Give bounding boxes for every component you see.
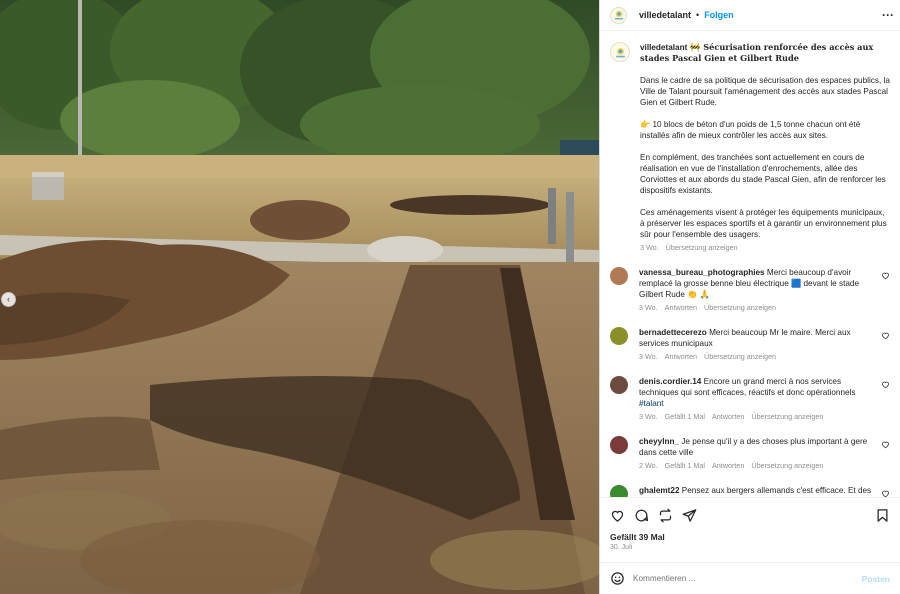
post-date: 30. Juli	[610, 544, 633, 551]
comment-icon[interactable]	[634, 508, 649, 523]
comment: cheyylnn_ Je pense qu'il y a des choses …	[610, 436, 890, 471]
caption-age: 3 Wo.	[640, 243, 659, 252]
reply-link[interactable]: Antworten	[665, 351, 697, 362]
comment: denis.cordier.14 Encore un grand merci à…	[610, 376, 890, 422]
comment-age: 3 Wo.	[639, 303, 658, 312]
caption-username[interactable]: villedetalant	[640, 43, 687, 52]
repost-icon[interactable]	[658, 508, 673, 523]
comment-meta: 3 Wo. Antworten Übersetzung anzeigen	[639, 351, 876, 362]
commenter-avatar[interactable]	[610, 436, 628, 454]
caption-paragraph: En complément, des tranchées sont actuel…	[640, 153, 886, 195]
share-icon[interactable]	[682, 508, 697, 523]
caption-title: villedetalant 🚧 Sécurisation renforcée d…	[640, 42, 890, 64]
reply-link[interactable]: Antworten	[712, 460, 744, 471]
commenter-username[interactable]: denis.cordier.14	[639, 377, 701, 386]
follow-button[interactable]: Folgen	[704, 10, 734, 20]
heart-icon[interactable]	[881, 331, 890, 340]
comment-meta: 3 Wo. Antworten Übersetzung anzeigen	[639, 302, 876, 313]
reply-link[interactable]: Antworten	[712, 411, 744, 422]
commenter-avatar[interactable]	[610, 485, 628, 497]
post-header: villedetalant • Folgen ···	[600, 0, 900, 31]
commenter-username[interactable]: cheyylnn_	[639, 437, 679, 446]
post-image[interactable]: ‹	[0, 0, 599, 594]
heart-icon[interactable]	[881, 380, 890, 389]
comment-age: 2 Wo.	[639, 461, 658, 470]
caption-translate-link[interactable]: Übersetzung anzeigen	[666, 242, 738, 253]
commenter-username[interactable]: vanessa_bureau_photographies	[639, 268, 765, 277]
reply-link[interactable]: Antworten	[665, 302, 697, 313]
comment-likes[interactable]: Gefällt 1 Mal	[665, 460, 705, 471]
like-heart-icon[interactable]	[610, 508, 625, 523]
translate-link[interactable]: Übersetzung anzeigen	[704, 351, 776, 362]
comment: ghalemt22 Pensez aux bergers allemands c…	[610, 485, 890, 497]
commenter-username[interactable]: ghalemt22	[639, 486, 680, 495]
hashtag-link[interactable]: #talant	[639, 399, 664, 408]
account-avatar[interactable]	[610, 6, 627, 24]
caption-avatar[interactable]	[610, 42, 630, 62]
translate-link[interactable]: Übersetzung anzeigen	[704, 302, 776, 313]
caption-paragraph: 👉 10 blocs de béton d'un poids de 1,5 to…	[640, 120, 861, 140]
post-sidebar: villedetalant • Folgen ··· villedetalant	[599, 0, 900, 594]
previous-image-button[interactable]: ‹	[1, 292, 16, 307]
caption-meta: 3 Wo. Übersetzung anzeigen	[640, 242, 890, 253]
comment-meta: 3 Wo. Gefällt 1 Mal Antworten Übersetzun…	[639, 411, 876, 422]
commenter-avatar[interactable]	[610, 267, 628, 285]
translate-link[interactable]: Übersetzung anzeigen	[751, 411, 823, 422]
comment-age: 3 Wo.	[639, 412, 658, 421]
barrier-emoji-icon: 🚧	[690, 42, 701, 52]
heart-icon[interactable]	[881, 271, 890, 280]
commenter-username[interactable]: bernadettecerezo	[639, 328, 707, 337]
heart-icon[interactable]	[881, 489, 890, 497]
caption: villedetalant 🚧 Sécurisation renforcée d…	[610, 42, 890, 253]
more-options-icon[interactable]: ···	[882, 8, 894, 22]
comments-scroll-area[interactable]: villedetalant 🚧 Sécurisation renforcée d…	[600, 31, 900, 497]
comment-meta: 2 Wo. Gefällt 1 Mal Antworten Übersetzun…	[639, 460, 876, 471]
comment-age: 3 Wo.	[639, 352, 658, 361]
post-comment-button[interactable]: Posten	[862, 574, 890, 584]
likes-count[interactable]: Gefällt 39 Mal	[600, 532, 900, 544]
comment-box: Posten	[600, 562, 900, 594]
comment-text: Pensez aux bergers allemands c'est effic…	[681, 486, 872, 495]
translate-link[interactable]: Übersetzung anzeigen	[751, 460, 823, 471]
caption-paragraph: Ces aménagements visent à protéger les é…	[640, 208, 887, 239]
talant-logo-icon	[614, 10, 623, 20]
comment-input[interactable]	[633, 574, 862, 583]
caption-paragraph: Dans le cadre de sa politique de sécuris…	[640, 76, 890, 107]
heart-icon[interactable]	[881, 440, 890, 449]
talant-logo-icon	[615, 47, 625, 57]
commenter-avatar[interactable]	[610, 327, 628, 345]
commenter-avatar[interactable]	[610, 376, 628, 394]
comment: bernadettecerezo Merci beaucoup Mr le ma…	[610, 327, 890, 362]
comment: vanessa_bureau_photographies Merci beauc…	[610, 267, 890, 313]
post-photo	[0, 0, 599, 594]
account-username[interactable]: villedetalant	[639, 10, 691, 20]
action-bar	[600, 497, 900, 532]
comment-likes[interactable]: Gefällt 1 Mal	[665, 411, 705, 422]
save-bookmark-icon[interactable]	[875, 508, 890, 523]
emoji-icon[interactable]	[610, 571, 625, 586]
separator-dot: •	[696, 10, 700, 20]
